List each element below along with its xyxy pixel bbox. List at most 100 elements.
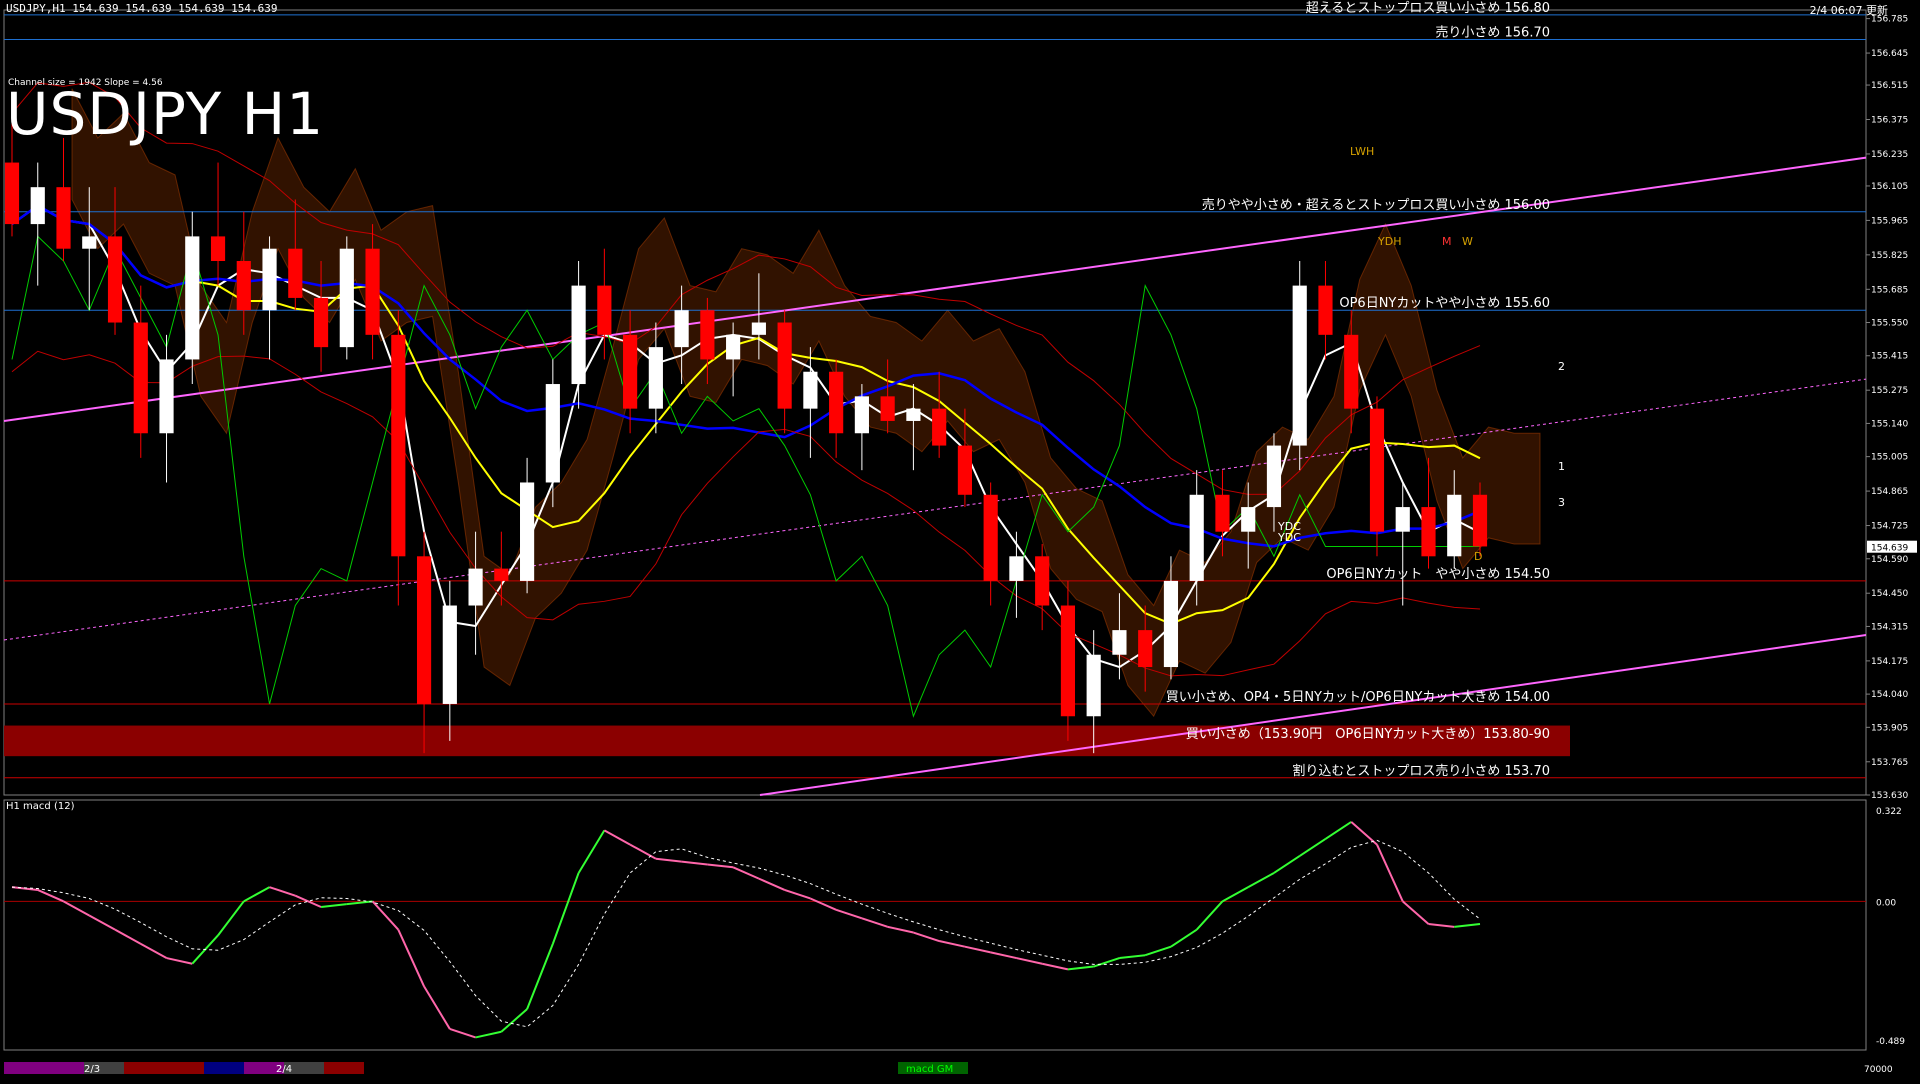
candle-body bbox=[1189, 494, 1204, 581]
macd-segment bbox=[1221, 886, 1249, 903]
annotation-0: LWH bbox=[1350, 145, 1374, 158]
candle-body bbox=[1086, 654, 1101, 717]
y-tick-label: 155.140 bbox=[1871, 419, 1908, 429]
candle-body bbox=[1318, 285, 1333, 335]
macd-segment bbox=[1324, 821, 1352, 840]
candle-body bbox=[803, 371, 818, 409]
candle-body bbox=[494, 568, 509, 581]
annotation-3: W bbox=[1462, 235, 1473, 248]
y-tick-label: 154.865 bbox=[1871, 487, 1908, 497]
level-label-4: OP6日NYカット やや小さめ 154.50 bbox=[1326, 567, 1550, 582]
candle-body bbox=[159, 359, 174, 434]
macd-segment bbox=[371, 900, 400, 931]
candle-body bbox=[56, 187, 71, 249]
candle-body bbox=[185, 236, 200, 360]
candle-body bbox=[983, 494, 998, 581]
candle-body bbox=[339, 248, 354, 348]
update-datetime: 2/4 06:07 更新 bbox=[1809, 4, 1888, 17]
chart-root: LWH YDH M W YDC YDC D 1 2 3 超えるとストップロス買い小さめ 156.8… bbox=[0, 0, 1920, 1080]
macd-segment bbox=[320, 903, 347, 908]
macd-segment bbox=[603, 829, 631, 846]
macd-tick-label: -0.489 bbox=[1876, 1037, 1905, 1047]
macd-segment bbox=[449, 1027, 476, 1039]
y-tick-label: 155.550 bbox=[1871, 319, 1908, 329]
chart-title: USDJPY H1 bbox=[6, 80, 325, 148]
macd-segment bbox=[1067, 965, 1094, 971]
price-chart[interactable]: LWHYDH M WYDCYDCD123 超えるとストップロス買い小さめ 156.8… bbox=[0, 0, 1920, 1080]
macd-segment bbox=[887, 925, 914, 934]
candle-body bbox=[313, 297, 329, 348]
macd-segment bbox=[475, 1030, 502, 1039]
candle-body bbox=[571, 285, 586, 385]
macd-segment bbox=[707, 863, 734, 869]
macd-segment bbox=[655, 857, 682, 863]
candle-body bbox=[932, 408, 947, 446]
y-tick-label: 156.375 bbox=[1871, 116, 1908, 126]
y-tick-label: 155.415 bbox=[1871, 352, 1908, 362]
y-tick-label: 155.825 bbox=[1871, 251, 1908, 261]
macd-segment bbox=[500, 1008, 528, 1033]
candle-body bbox=[1292, 285, 1307, 446]
candle-body bbox=[236, 261, 251, 311]
candle-body bbox=[1447, 494, 1462, 557]
macd-segment bbox=[732, 866, 760, 880]
macd-segment bbox=[526, 943, 554, 1010]
macd-segment bbox=[1299, 838, 1327, 857]
macd-segment bbox=[423, 985, 451, 1030]
y-tick-label: 154.315 bbox=[1871, 622, 1908, 632]
candle-body bbox=[957, 445, 972, 495]
macd-tick-label: 0.322 bbox=[1876, 807, 1902, 817]
macd-segment bbox=[1041, 962, 1069, 971]
candle-body bbox=[700, 310, 715, 360]
macd-segment bbox=[1428, 923, 1455, 928]
annotation-6: D bbox=[1474, 550, 1482, 563]
timeline-segment bbox=[4, 1062, 44, 1074]
y-tick-label: 154.175 bbox=[1871, 657, 1908, 667]
candle-body bbox=[262, 248, 277, 311]
macd-segment bbox=[1093, 957, 1120, 968]
macd-segment bbox=[681, 860, 708, 866]
macd-segment bbox=[1119, 954, 1146, 960]
y-tick-label: 156.515 bbox=[1871, 81, 1908, 91]
macd-segment bbox=[1402, 900, 1430, 925]
macd-segment bbox=[114, 928, 142, 945]
candle-body bbox=[468, 568, 483, 606]
level-label-6: 買い小さめ（153.90円 OP6日NYカット大きめ）153.80-90 bbox=[1186, 727, 1550, 742]
macd-segment bbox=[397, 929, 425, 987]
timeline-segment bbox=[124, 1062, 164, 1074]
candle-body bbox=[545, 384, 560, 483]
macd-segment bbox=[551, 872, 580, 945]
candle-body bbox=[30, 187, 45, 225]
candle-body bbox=[365, 248, 380, 335]
level-label-5: 買い小さめ、OP4・5日NYカット/OP6日NYカット大きめ 154.00 bbox=[1166, 690, 1550, 705]
macd-segment bbox=[269, 886, 296, 897]
candle-body bbox=[442, 605, 457, 704]
y-tick-label: 156.105 bbox=[1871, 182, 1908, 192]
macd-segment bbox=[1454, 923, 1481, 928]
macd-segment bbox=[63, 900, 90, 917]
timeline-segment bbox=[164, 1062, 204, 1074]
annotation-2: M bbox=[1442, 235, 1452, 248]
candle-body bbox=[1472, 494, 1488, 547]
candle-body bbox=[854, 396, 869, 434]
annotation-8: 2 bbox=[1558, 360, 1565, 373]
macd-segment bbox=[938, 940, 966, 948]
y-tick-label: 155.685 bbox=[1871, 285, 1908, 295]
candle-body bbox=[777, 322, 792, 409]
macd-segment bbox=[1170, 928, 1198, 948]
level-label-3: OP6日NYカットやや小さめ 155.60 bbox=[1339, 296, 1550, 311]
date-label: 2/4 bbox=[276, 1064, 292, 1075]
candle-body bbox=[133, 322, 148, 434]
macd-segment bbox=[1273, 855, 1301, 874]
candle-body bbox=[597, 285, 612, 335]
y-tick-label: 154.040 bbox=[1871, 690, 1908, 700]
macd-segment bbox=[1195, 900, 1224, 931]
macd-segment bbox=[809, 897, 837, 911]
macd-segment bbox=[1016, 957, 1043, 965]
macd-label: H1 macd (12) bbox=[6, 801, 75, 812]
candle-body bbox=[906, 408, 921, 421]
candle-body bbox=[1369, 408, 1385, 532]
macd-segment bbox=[166, 957, 193, 965]
macd-signal-line bbox=[11, 839, 1481, 1028]
macd-badge: macd GM bbox=[906, 1064, 953, 1075]
